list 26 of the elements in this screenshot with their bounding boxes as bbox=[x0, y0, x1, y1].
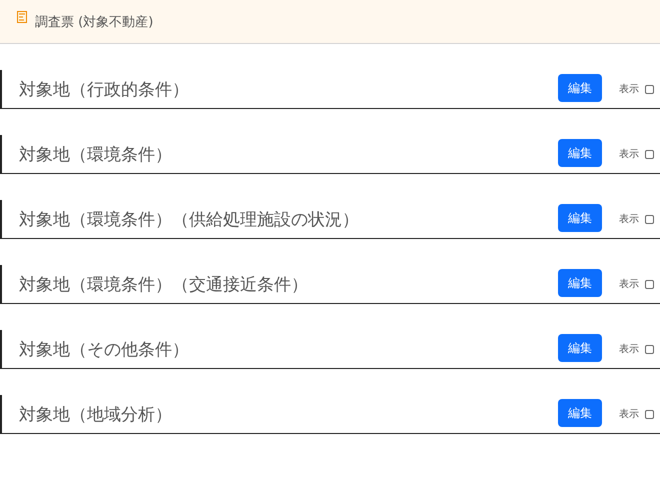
show-label: 表示 bbox=[619, 278, 639, 291]
edit-button[interactable]: 編集 bbox=[558, 334, 602, 362]
section-title: 対象地（環境条件） bbox=[19, 144, 173, 166]
edit-button[interactable]: 編集 bbox=[558, 74, 602, 102]
section-title: 対象地（その他条件） bbox=[19, 338, 190, 360]
show-label: 表示 bbox=[619, 408, 639, 421]
show-label: 表示 bbox=[619, 82, 639, 96]
section-title: 対象地（地域分析） bbox=[19, 404, 173, 426]
section-title: 対象地（環境条件）（交通接近条件） bbox=[19, 274, 309, 296]
section-title: 対象地（行政的条件） bbox=[19, 78, 190, 100]
show-checkbox[interactable] bbox=[645, 214, 654, 224]
show-checkbox[interactable] bbox=[645, 410, 654, 418]
edit-button[interactable]: 編集 bbox=[558, 269, 602, 297]
edit-button[interactable]: 編集 bbox=[558, 204, 602, 232]
section-title: 対象地（環境条件）（供給処理施設の状況） bbox=[19, 208, 360, 230]
show-checkbox[interactable] bbox=[645, 344, 654, 354]
show-label: 表示 bbox=[619, 148, 639, 161]
edit-button[interactable]: 編集 bbox=[558, 139, 602, 167]
edit-button[interactable]: 編集 bbox=[558, 399, 602, 427]
show-checkbox[interactable] bbox=[645, 150, 654, 158]
page-title: 調査票 (対象不動産) bbox=[35, 14, 154, 30]
show-label: 表示 bbox=[619, 342, 639, 356]
show-checkbox[interactable] bbox=[645, 84, 654, 94]
form-icon bbox=[17, 10, 27, 22]
show-label: 表示 bbox=[619, 212, 639, 226]
show-checkbox[interactable] bbox=[645, 280, 654, 288]
